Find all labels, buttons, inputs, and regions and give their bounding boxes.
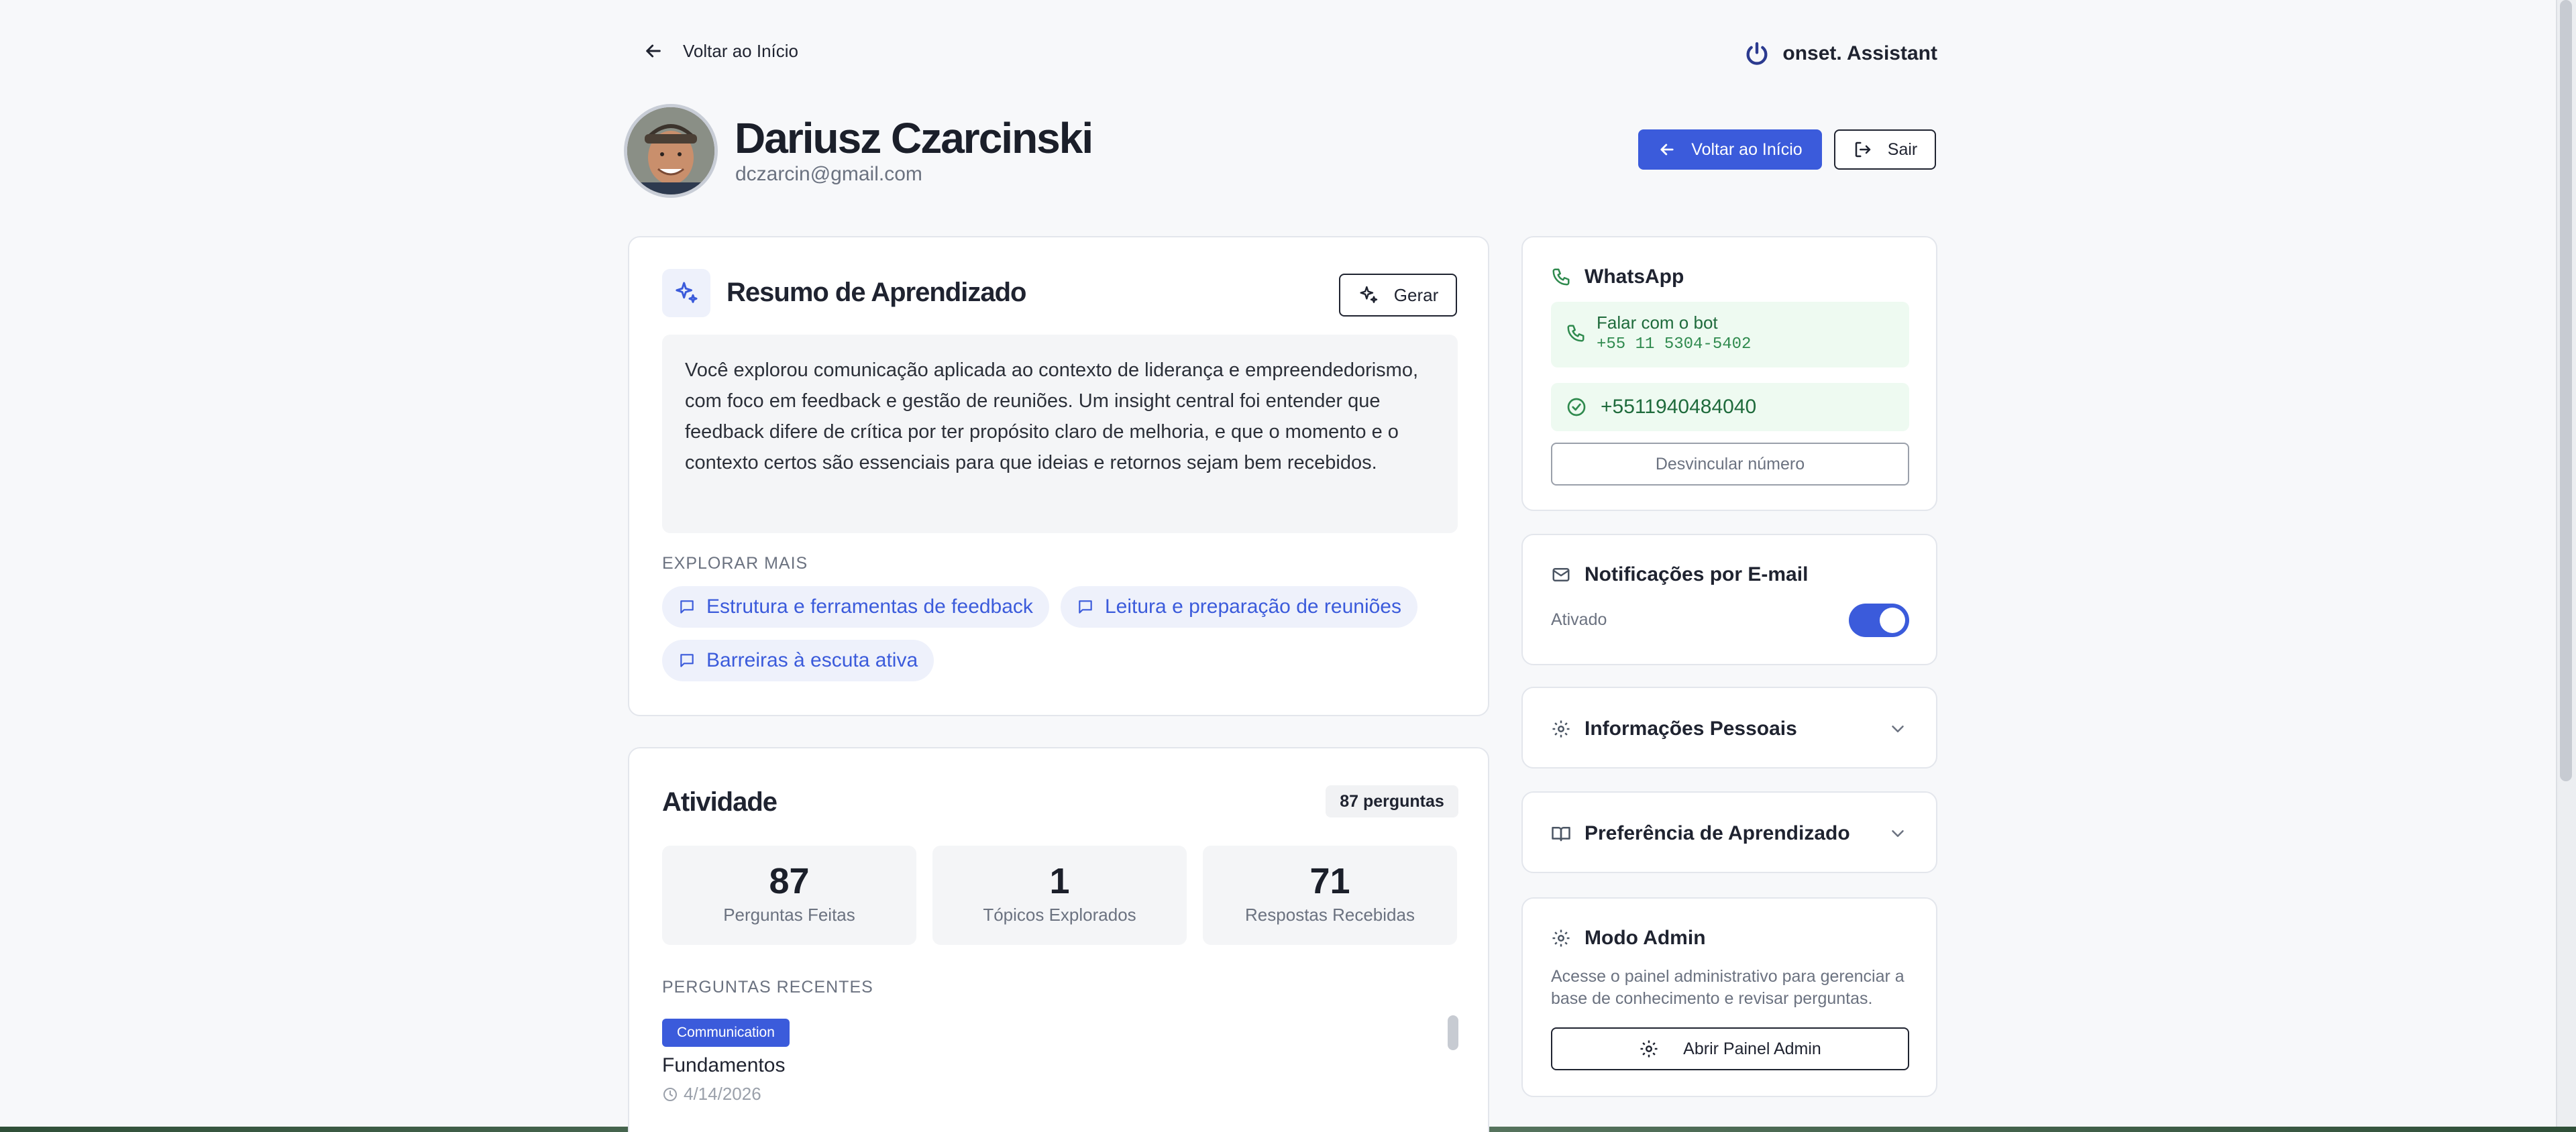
linked-number: +5511940484040	[1551, 383, 1909, 431]
admin-mode-card: Modo Admin Acesse o painel administrativ…	[1521, 897, 1937, 1097]
email-notifications-card: Notificações por E-mail Ativado	[1521, 534, 1937, 665]
questions-count-badge: 87 perguntas	[1326, 785, 1458, 817]
back-link-label: Voltar ao Início	[683, 40, 798, 61]
generate-button[interactable]: Gerar	[1339, 274, 1457, 317]
topic-chip[interactable]: Barreiras à escuta ativa	[662, 640, 934, 681]
logout-icon	[1855, 142, 1871, 158]
activity-card: Atividade 87 perguntas 87 Perguntas Feit…	[628, 747, 1489, 1132]
user-email: dczarcin@gmail.com	[735, 163, 922, 185]
learning-summary-card: Resumo de Aprendizado Gerar Você exploro…	[628, 236, 1489, 716]
activity-title: Atividade	[662, 787, 777, 817]
admin-title: Modo Admin	[1551, 927, 1706, 950]
message-icon	[1079, 600, 1092, 614]
sparkles-icon	[1360, 286, 1377, 303]
bot-number: +55 11 5304-5402	[1597, 335, 1752, 353]
stat-answers: 71 Respostas Recebidas	[1203, 846, 1457, 945]
learning-preference-label: Preferência de Aprendizado	[1585, 822, 1850, 844]
notifications-toggle[interactable]	[1849, 604, 1909, 637]
profile-header: Dariusz Czarcinski dczarcin@gmail.com Vo…	[624, 104, 1939, 198]
notifications-status: Ativado	[1551, 610, 1607, 629]
stat-value: 71	[1309, 861, 1350, 901]
gear-icon	[1640, 1040, 1658, 1058]
user-name: Dariusz Czarcinski	[735, 114, 1093, 162]
summary-text: Você explorou comunicação aplicada ao co…	[662, 335, 1458, 533]
back-button-label: Voltar ao Início	[1691, 139, 1803, 159]
back-to-home-link[interactable]: Voltar ao Início	[643, 40, 798, 62]
window-scrollbar-thumb[interactable]	[2560, 0, 2572, 781]
learning-preference-accordion[interactable]: Preferência de Aprendizado	[1521, 791, 1937, 873]
arrow-left-icon	[1660, 144, 1674, 156]
check-circle-icon	[1567, 398, 1586, 416]
power-icon	[1746, 42, 1768, 65]
personal-info-label: Informações Pessoais	[1585, 718, 1797, 740]
date-text: 4/14/2026	[684, 1084, 761, 1104]
admin-description: Acesse o painel administrativo para gere…	[1551, 967, 1904, 1008]
gear-icon	[1552, 929, 1570, 947]
avatar-photo	[627, 107, 714, 194]
summary-title: Resumo de Aprendizado	[727, 278, 1026, 307]
recent-question-title[interactable]: Fundamentos	[662, 1054, 785, 1077]
topic-chip[interactable]: Estrutura e ferramentas de feedback	[662, 586, 1049, 628]
stat-questions: 87 Perguntas Feitas	[662, 846, 916, 945]
window-scrollbar-track[interactable]	[2556, 0, 2576, 1132]
brand-logo: onset. Assistant	[1743, 40, 1937, 67]
stat-value: 1	[1049, 861, 1070, 901]
stat-topics: 1 Tópicos Explorados	[932, 846, 1187, 945]
notifications-title: Notificações por E-mail	[1551, 563, 1808, 586]
top-bar: Voltar ao Início onset. Assistant	[643, 40, 1937, 67]
toggle-knob	[1880, 608, 1905, 633]
book-icon	[1552, 827, 1570, 842]
gear-icon	[1552, 720, 1570, 738]
message-icon	[680, 600, 694, 614]
message-icon	[680, 654, 694, 667]
recent-questions-label: PERGUNTAS RECENTES	[662, 978, 873, 997]
talk-to-bot-link[interactable]: Falar com o bot +55 11 5304-5402	[1551, 302, 1909, 367]
stat-label: Tópicos Explorados	[983, 905, 1136, 925]
bot-label: Falar com o bot	[1597, 313, 1718, 333]
topic-chip-label: Barreiras à escuta ativa	[706, 649, 918, 671]
personal-info-title: Informações Pessoais	[1551, 718, 1797, 740]
personal-info-accordion[interactable]: Informações Pessoais	[1521, 687, 1937, 769]
topic-chip[interactable]: Leitura e preparação de reuniões	[1061, 586, 1417, 628]
recent-question-date: 4/14/2026	[662, 1084, 761, 1105]
arrow-left-icon	[646, 44, 661, 58]
open-admin-label: Abrir Painel Admin	[1683, 1039, 1821, 1058]
whatsapp-title-label: WhatsApp	[1585, 266, 1684, 288]
stat-label: Perguntas Feitas	[723, 905, 855, 925]
clock-icon	[663, 1087, 677, 1101]
whatsapp-title: WhatsApp	[1551, 266, 1684, 288]
logout-button[interactable]: Sair	[1834, 129, 1936, 170]
unlink-number-button[interactable]: Desvincular número	[1551, 443, 1909, 486]
category-tag: Communication	[662, 1019, 790, 1047]
chevron-down-icon	[1892, 726, 1904, 732]
phone-icon	[1552, 268, 1570, 286]
admin-title-label: Modo Admin	[1585, 927, 1706, 949]
sparkles-icon-box	[662, 269, 710, 317]
back-to-home-button[interactable]: Voltar ao Início	[1638, 129, 1822, 170]
stat-label: Respostas Recebidas	[1245, 905, 1415, 925]
logout-label: Sair	[1887, 139, 1918, 159]
mail-icon	[1552, 568, 1570, 581]
chevron-down-icon	[1892, 830, 1904, 837]
phone-icon	[1567, 325, 1585, 342]
whatsapp-card: WhatsApp Falar com o bot +55 11 5304-540…	[1521, 236, 1937, 511]
avatar	[624, 104, 718, 198]
stat-value: 87	[769, 861, 810, 901]
sparkles-icon	[676, 282, 698, 303]
generate-label: Gerar	[1393, 284, 1439, 305]
brand-name: onset. Assistant	[1782, 42, 1937, 64]
notifications-title-label: Notificações por E-mail	[1585, 563, 1809, 585]
topic-chip-label: Estrutura e ferramentas de feedback	[706, 596, 1033, 618]
learning-preference-title: Preferência de Aprendizado	[1551, 822, 1850, 845]
topic-chip-label: Leitura e preparação de reuniões	[1105, 596, 1401, 618]
linked-number-text: +5511940484040	[1601, 396, 1757, 418]
recent-list-scrollbar[interactable]	[1448, 1015, 1458, 1050]
open-admin-panel-button[interactable]: Abrir Painel Admin	[1551, 1027, 1909, 1070]
explore-more-label: EXPLORAR MAIS	[662, 554, 808, 573]
